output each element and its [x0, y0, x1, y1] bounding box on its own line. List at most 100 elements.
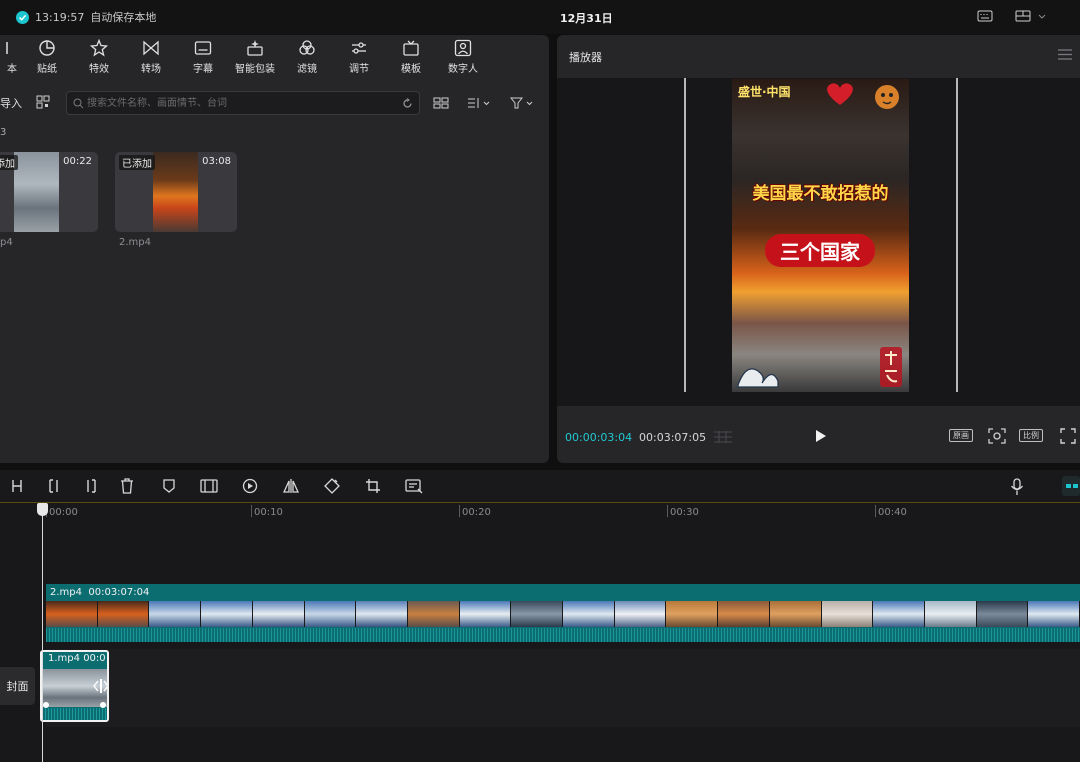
layout-icon[interactable]: [1015, 9, 1049, 23]
toolbar-label: 调节: [349, 64, 369, 75]
adjust-icon: [352, 42, 366, 54]
freeze-frame-icon[interactable]: [200, 478, 218, 497]
timeline-grid-icon[interactable]: [712, 430, 734, 447]
delete-icon[interactable]: [120, 478, 134, 497]
trim-handle-icon[interactable]: [92, 678, 107, 697]
media-duration: 00:22: [63, 156, 92, 167]
original-quality-button[interactable]: 原画: [949, 428, 973, 442]
toolbar-smart-pack[interactable]: 智能包装: [231, 39, 279, 75]
main-track-magnet-icon[interactable]: [1062, 476, 1080, 499]
qr-grid-icon[interactable]: [36, 95, 50, 112]
filter-funnel-icon[interactable]: [509, 97, 536, 112]
aspect-ratio-button[interactable]: 比例: [1019, 428, 1043, 442]
media-panel: 本 贴纸 特效 转场 字幕 智能包装 滤镜 调节 模板 数字人 导入 搜索文件名…: [0, 35, 549, 463]
video-overlay-subline: 三个国家: [765, 234, 875, 267]
mirror-icon[interactable]: [282, 478, 300, 497]
digital-human-icon: [454, 39, 472, 57]
ruler-tick: [459, 505, 460, 517]
edit-toolbar: [0, 470, 1080, 502]
clip-duration: 00:03:07:04: [88, 587, 150, 598]
marker-icon[interactable]: [162, 478, 176, 497]
folder-label: 3: [0, 127, 7, 138]
media-filename: p4: [0, 237, 13, 248]
toolbar-digital-human[interactable]: 数字人: [439, 39, 487, 75]
ruler-tick: [251, 505, 252, 517]
total-timecode: 00:03:07:05: [639, 431, 707, 444]
keyframe-dot[interactable]: [100, 702, 106, 708]
keyframe-dot[interactable]: [43, 702, 49, 708]
media-thumbnail: [153, 152, 198, 232]
media-search-row: 导入: [0, 91, 549, 115]
toolbar-label: 转场: [141, 64, 161, 75]
template-icon: [403, 40, 419, 56]
audio-waveform: [46, 628, 1080, 642]
media-filename: 2.mp4: [119, 237, 151, 248]
import-button[interactable]: 导入: [0, 95, 22, 111]
playhead-handle[interactable]: [37, 503, 48, 516]
split-right-icon[interactable]: [84, 478, 98, 497]
toolbar-transition[interactable]: 转场: [127, 39, 175, 75]
media-added-badge: 添加: [0, 155, 18, 170]
search-input[interactable]: [87, 95, 387, 111]
reverse-play-icon[interactable]: [242, 478, 258, 497]
menu-icon[interactable]: [1058, 49, 1072, 63]
toolbar-filter[interactable]: 滤镜: [283, 39, 331, 75]
calligraphy-sticker-icon: [880, 347, 902, 387]
screenshot-icon[interactable]: [988, 428, 1006, 447]
title-bar: 13:19:57 自动保存本地 12月31日: [0, 0, 1080, 34]
toolbar-label: 贴纸: [37, 64, 57, 75]
play-icon[interactable]: [815, 429, 827, 446]
audio-waveform: [42, 708, 107, 720]
toolbar-template[interactable]: 模板: [387, 39, 435, 75]
original-quality-label: 原画: [949, 429, 973, 442]
toolbar-label: 特效: [89, 64, 109, 75]
crop-icon[interactable]: [365, 478, 381, 497]
heart-sticker-icon: [827, 83, 853, 105]
toolbar-label: 数字人: [448, 64, 478, 75]
split-icon[interactable]: [10, 478, 24, 497]
media-added-badge: 已添加: [119, 155, 155, 170]
clip-label: 1.mp4 00:0: [48, 653, 106, 664]
keyboard-icon[interactable]: [977, 9, 993, 23]
media-card-2[interactable]: 已添加 03:08: [115, 152, 237, 232]
microphone-icon[interactable]: [1010, 478, 1024, 499]
fullscreen-icon[interactable]: [1060, 428, 1076, 447]
ruler-label: 00:40: [878, 507, 907, 518]
toolbar-label: 本: [7, 64, 17, 75]
ruler-tick: [667, 505, 668, 517]
playhead-line: [42, 503, 43, 762]
toolbar-caption[interactable]: 字幕: [179, 39, 227, 75]
cover-button[interactable]: 封面: [0, 667, 35, 705]
toolbar-adjust[interactable]: 调节: [335, 39, 383, 75]
check-circle-icon: [16, 10, 29, 24]
sticker-icon: [39, 40, 55, 56]
media-duration: 03:08: [202, 156, 231, 167]
ruler-tick: [875, 505, 876, 517]
video-preview: 盛世·中国 美国最不敢招惹的 三个国家: [732, 79, 909, 392]
caption-icon: [194, 41, 212, 55]
wave-sticker-icon: [737, 368, 779, 388]
empty-track-lane: [46, 733, 1080, 762]
player-canvas[interactable]: 盛世·中国 美国最不敢招惹的 三个国家: [557, 78, 1080, 406]
save-status: 13:19:57 自动保存本地: [16, 9, 156, 25]
transition-icon: [143, 40, 159, 56]
current-timecode: 00:00:03:04: [565, 431, 633, 444]
sort-icon[interactable]: [467, 97, 493, 112]
auto-caption-icon[interactable]: [405, 478, 423, 497]
main-video-clip[interactable]: 2.mp4 00:03:07:04: [46, 584, 1080, 642]
overlay-track-lane: [46, 649, 1080, 727]
rotate-icon[interactable]: [324, 478, 340, 497]
video-overlay-title: 盛世·中国: [738, 85, 791, 99]
split-left-icon[interactable]: [47, 478, 61, 497]
canvas-guide-right: [956, 78, 958, 392]
pip-video-clip[interactable]: 1.mp4 00:0: [40, 650, 109, 722]
search-box: [66, 91, 420, 115]
project-title: 12月31日: [560, 12, 613, 25]
toolbar-effects[interactable]: 特效: [75, 39, 123, 75]
media-card-1[interactable]: 添加 00:22: [0, 152, 98, 232]
view-toggle-icon[interactable]: [433, 97, 449, 112]
refresh-icon[interactable]: [402, 98, 413, 112]
save-status-text: 自动保存本地: [90, 11, 157, 24]
timeline: 00:00 00:10 00:20 00:30 00:40 2.mp4 00:0…: [0, 503, 1080, 762]
toolbar-sticker[interactable]: 贴纸: [23, 39, 71, 75]
